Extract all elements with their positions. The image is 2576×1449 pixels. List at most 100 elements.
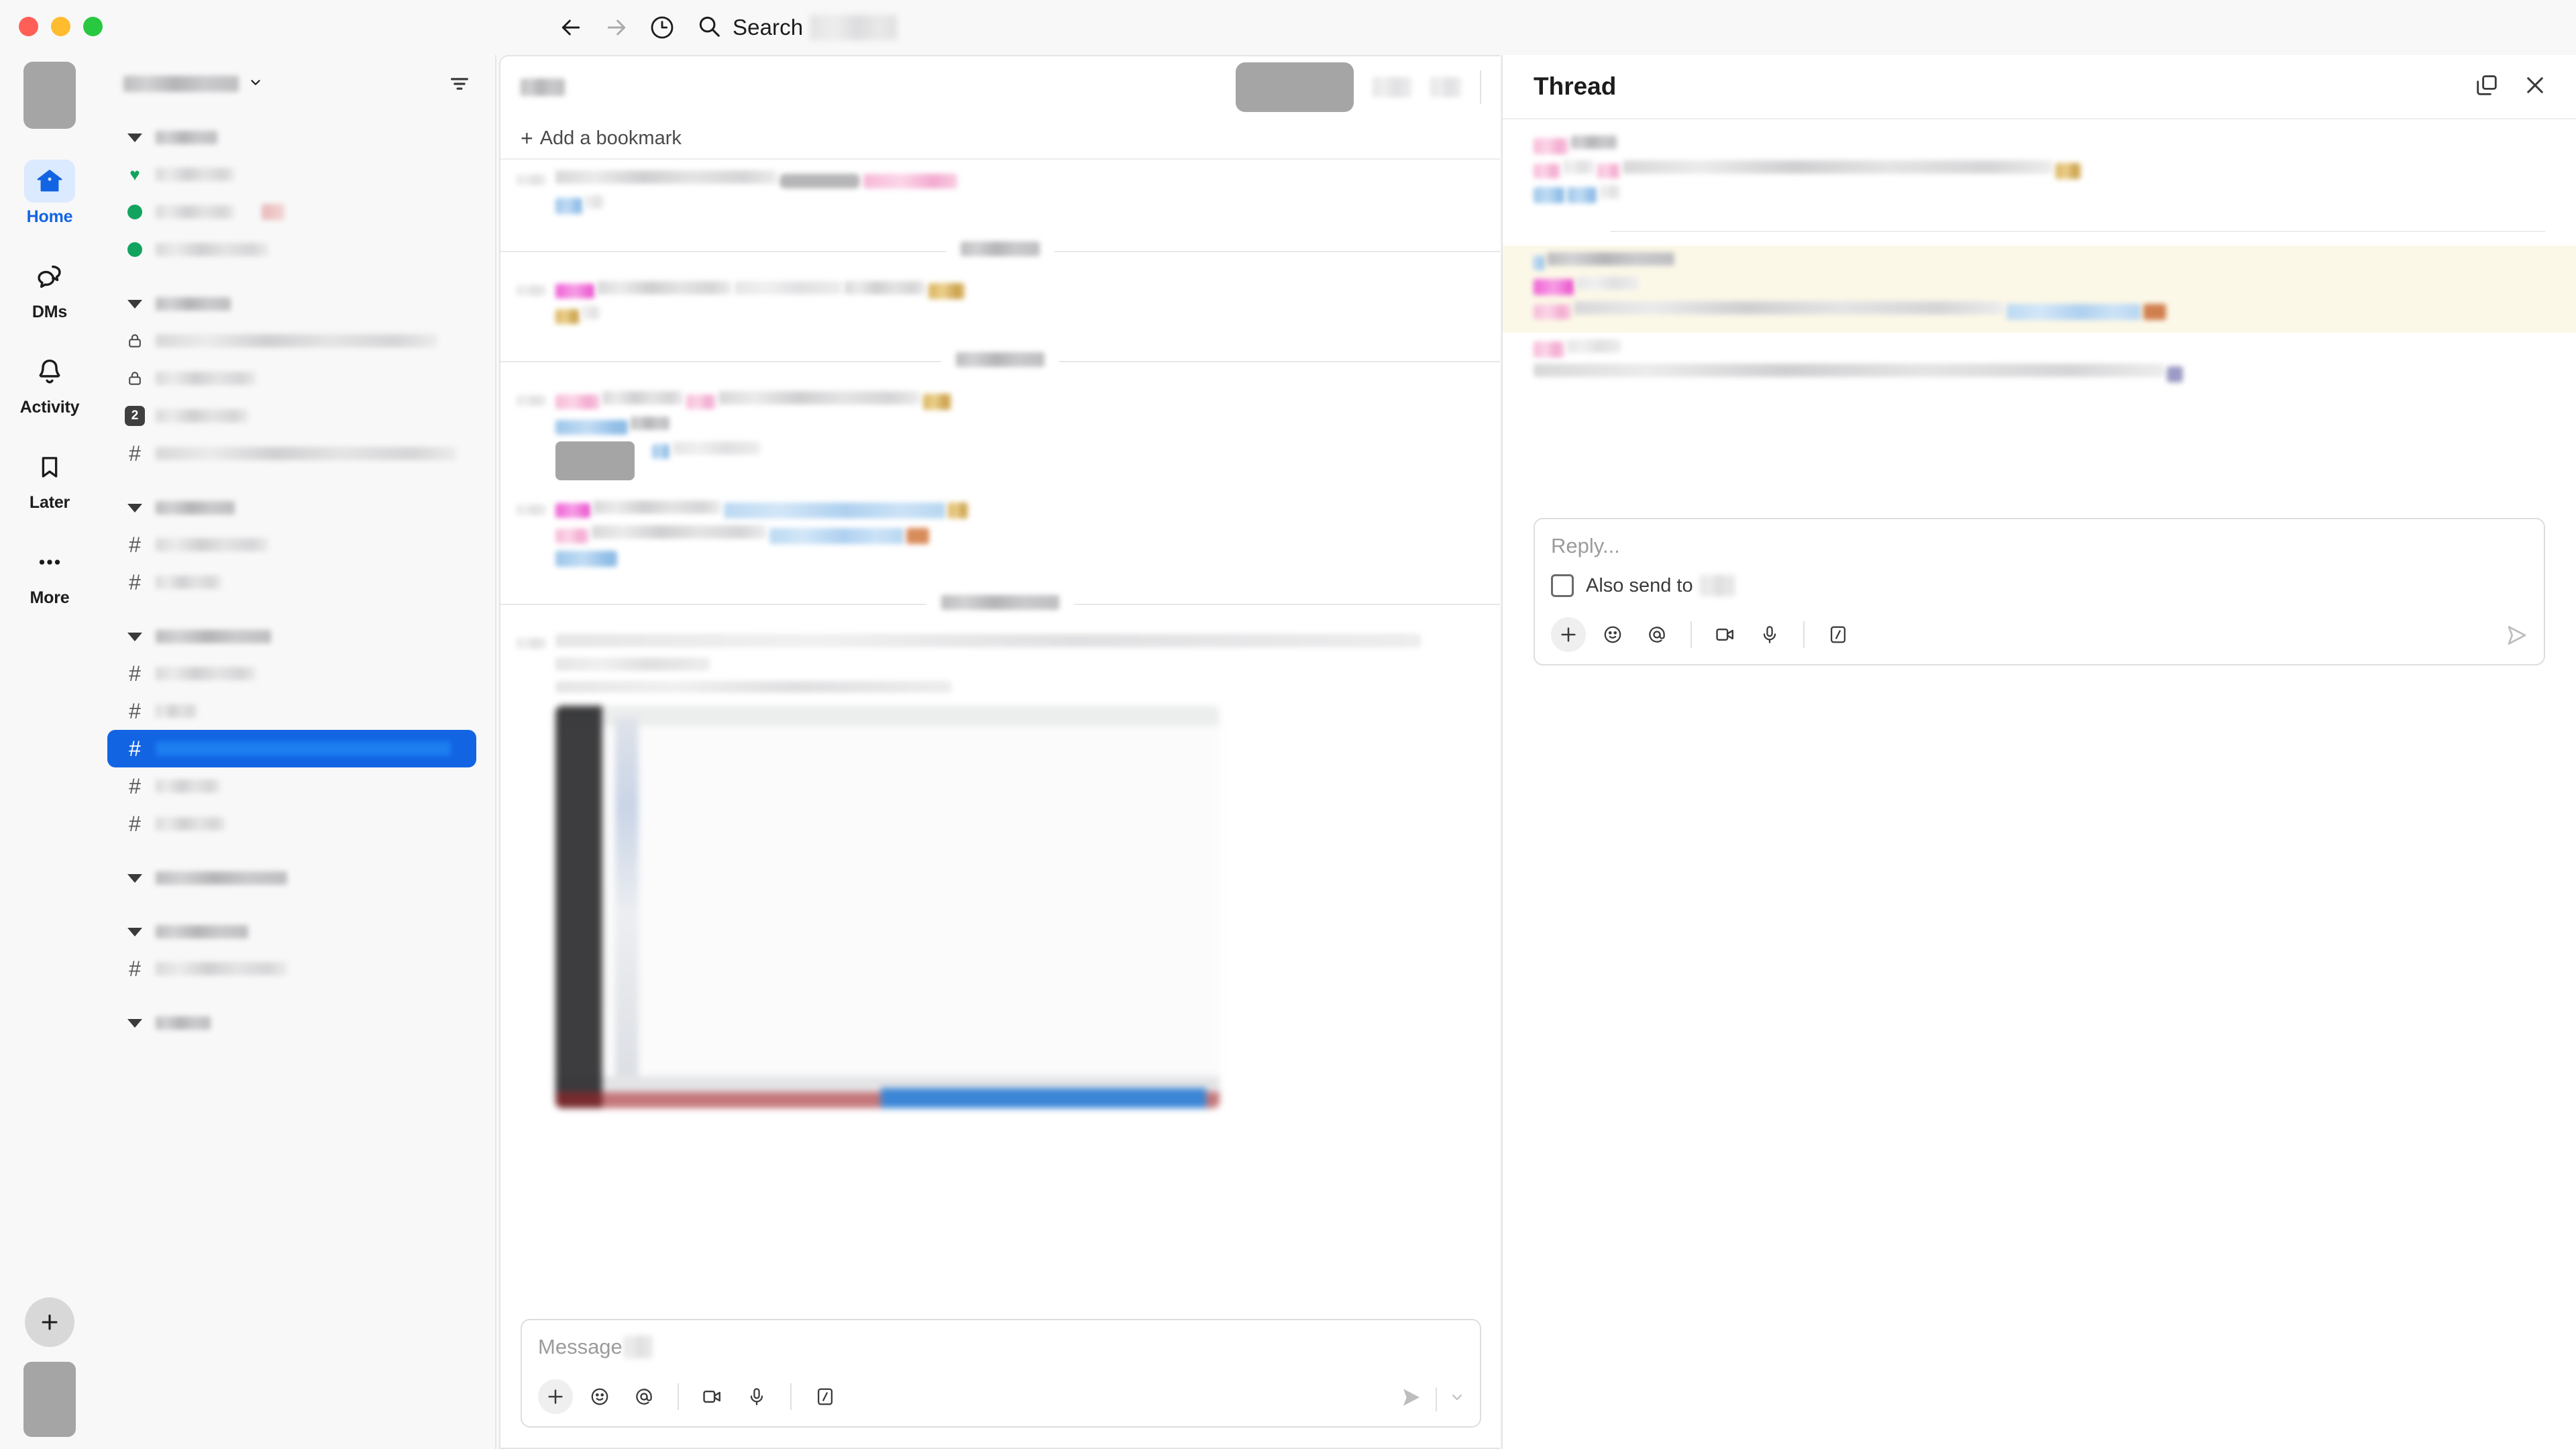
sidebar-item-channel[interactable]: ♥: [99, 156, 495, 193]
close-icon[interactable]: [2522, 72, 2548, 101]
message-reaction-row[interactable]: [555, 551, 1473, 568]
composer-send-area: [1399, 1385, 1465, 1413]
forward-button[interactable]: [602, 13, 631, 42]
date-divider-label[interactable]: [941, 352, 1059, 370]
attach-button[interactable]: [538, 1379, 573, 1414]
thread-reaction-row[interactable]: [1534, 184, 2545, 204]
filter-icon[interactable]: [444, 68, 475, 99]
reply-input[interactable]: Reply...: [1551, 534, 2528, 558]
sidebar-section-label-redacted: [156, 630, 271, 643]
disclosure-triangle-icon: [123, 873, 146, 883]
sidebar-item-channel[interactable]: [99, 193, 495, 231]
message-item[interactable]: [500, 274, 1500, 338]
audio-button[interactable]: [1752, 617, 1787, 652]
sidebar-item-channel[interactable]: #: [99, 692, 495, 730]
channel-actions-redacted[interactable]: [1430, 77, 1461, 97]
sidebar-section-header[interactable]: [99, 860, 495, 896]
mention-button[interactable]: [627, 1379, 661, 1414]
sidebar-item-channel[interactable]: [99, 360, 495, 397]
sidebar-item-channel[interactable]: 2: [99, 397, 495, 435]
disclosure-triangle-icon: [123, 632, 146, 641]
sidebar-section-header[interactable]: [99, 1005, 495, 1041]
workspace-name-button[interactable]: [123, 75, 444, 93]
avatar[interactable]: [23, 1362, 76, 1437]
message-body: [555, 170, 1473, 221]
message-list[interactable]: [500, 160, 1500, 1340]
thread-root-message[interactable]: [1503, 129, 2576, 216]
close-window-button[interactable]: [19, 17, 38, 36]
emoji-button[interactable]: [582, 1379, 617, 1414]
hash-icon: #: [129, 699, 141, 723]
thread-reply[interactable]: [1503, 333, 2576, 396]
channel-huddle-button[interactable]: [1236, 62, 1354, 112]
zoom-window-button[interactable]: [83, 17, 103, 36]
mention-button[interactable]: [1640, 617, 1674, 652]
video-button[interactable]: [695, 1379, 730, 1414]
ellipsis-icon: [24, 541, 75, 584]
video-button[interactable]: [1708, 617, 1743, 652]
create-new-button[interactable]: [25, 1297, 74, 1347]
sidebar-section-header[interactable]: [99, 286, 495, 322]
slash-command-button[interactable]: [1821, 617, 1856, 652]
channel-members-redacted[interactable]: [1373, 77, 1411, 97]
sidebar-item-channel[interactable]: #: [99, 950, 495, 987]
thread-reply-composer[interactable]: Reply... Also send to: [1534, 518, 2545, 665]
sidebar-section-header[interactable]: [99, 119, 495, 156]
workspace-avatar[interactable]: [23, 62, 76, 129]
message-item[interactable]: [500, 384, 1500, 494]
message-item[interactable]: [500, 627, 1500, 1122]
thread-message-text: [1534, 364, 2545, 383]
rail-item-dms[interactable]: DMs: [9, 255, 90, 322]
send-button[interactable]: [2505, 623, 2529, 651]
channel-title-button[interactable]: [521, 78, 1224, 96]
message-timestamp-redacted: [517, 284, 546, 296]
sidebar-item-channel[interactable]: #: [99, 767, 495, 805]
sidebar-section-label-redacted: [156, 297, 231, 311]
sidebar-item-selected-channel[interactable]: #: [107, 730, 476, 767]
slack-app-window: Search Home DMs Activity Later More ♥ 2 …: [0, 0, 2576, 1449]
date-divider-label[interactable]: [946, 241, 1055, 260]
back-button[interactable]: [557, 13, 585, 42]
sidebar-item-channel[interactable]: #: [99, 564, 495, 601]
rail-item-home[interactable]: Home: [9, 160, 90, 227]
sidebar-item-channel[interactable]: #: [99, 655, 495, 692]
message-attachment-block[interactable]: [555, 441, 1473, 480]
sidebar-item-channel[interactable]: #: [99, 805, 495, 843]
slash-command-button[interactable]: [808, 1379, 843, 1414]
message-input[interactable]: Message: [538, 1335, 1464, 1359]
thread-messages[interactable]: [1503, 119, 2576, 441]
message-item[interactable]: [500, 164, 1500, 227]
workspace-name-redacted: [123, 76, 239, 92]
rail-item-later[interactable]: Later: [9, 445, 90, 513]
message-item[interactable]: [500, 494, 1500, 581]
attach-button[interactable]: [1551, 617, 1586, 652]
emoji-button[interactable]: [1595, 617, 1630, 652]
thread-reply-highlighted[interactable]: [1503, 246, 2576, 333]
minimize-window-button[interactable]: [51, 17, 70, 36]
audio-button[interactable]: [739, 1379, 774, 1414]
sidebar-section-header[interactable]: [99, 490, 495, 526]
sidebar-channel-name-redacted: [156, 168, 235, 181]
sidebar-section-header[interactable]: [99, 619, 495, 655]
sidebar-item-channel[interactable]: #: [99, 526, 495, 564]
sidebar-item-channel[interactable]: [99, 322, 495, 360]
send-options-button[interactable]: [1449, 1389, 1465, 1409]
open-in-new-icon[interactable]: [2474, 72, 2500, 101]
rail-item-activity[interactable]: Activity: [9, 350, 90, 417]
sidebar-item-channel[interactable]: #: [99, 435, 495, 472]
send-button[interactable]: [1399, 1385, 1424, 1413]
also-send-checkbox[interactable]: [1551, 574, 1574, 597]
sidebar-section-header[interactable]: [99, 914, 495, 950]
date-divider-label[interactable]: [926, 594, 1074, 613]
rail-item-more[interactable]: More: [9, 541, 90, 608]
message-reaction-row[interactable]: [555, 195, 1473, 214]
message-reaction-row[interactable]: [555, 306, 1473, 325]
search-bar[interactable]: Search: [696, 9, 898, 46]
sidebar-item-channel[interactable]: [99, 231, 495, 268]
image-attachment[interactable]: [555, 706, 1220, 1109]
message-body: [555, 634, 1473, 1115]
history-icon[interactable]: [648, 13, 676, 42]
message-composer[interactable]: Message: [521, 1319, 1481, 1428]
also-send-row[interactable]: Also send to: [1551, 574, 2528, 597]
add-bookmark-button[interactable]: Add a bookmark: [540, 127, 682, 150]
